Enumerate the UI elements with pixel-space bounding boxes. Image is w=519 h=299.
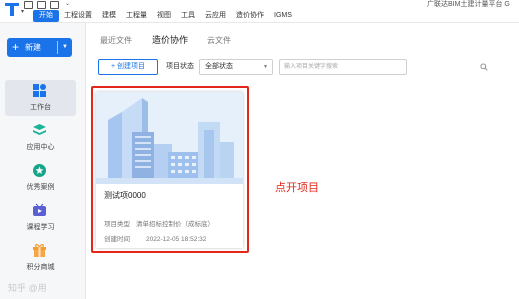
app-logo-icon [5, 3, 19, 16]
sidebar-item-label: 课程学习 [26, 224, 55, 231]
new-file-icon[interactable] [50, 1, 59, 9]
sidebar-item-label: 积分商城 [26, 264, 55, 271]
tab-recent-files[interactable]: 最近文件 [100, 35, 132, 47]
project-card[interactable]: 测试项0000 项目类型 清单招标控制价（成标底） 创建时间 2022-12-05 … [96, 92, 243, 248]
plus-icon: + [12, 40, 20, 54]
quick-access-arrow-icon[interactable]: ▾ [21, 9, 24, 15]
menu-item[interactable]: 视图 [152, 10, 176, 22]
project-thumbnail-buildings-icon [96, 92, 243, 184]
menu-item[interactable]: 建模 [97, 10, 121, 22]
save-icon[interactable] [24, 1, 33, 9]
project-created-row: 创建时间 2022-12-05 18:52:32 [104, 233, 206, 243]
sidebar-item-workbench[interactable]: 工作台 [5, 80, 76, 116]
sidebar-item-label: 工作台 [30, 104, 51, 111]
menu-item[interactable]: 工程设置 [59, 10, 97, 22]
sidebar-item-app-center[interactable]: 应用中心 [5, 120, 76, 156]
gift-icon [33, 244, 46, 257]
search-icon[interactable] [480, 63, 488, 71]
project-created-label: 创建时间 [104, 236, 130, 243]
project-status-label: 项目状态 [166, 63, 194, 70]
menu-item[interactable]: 开始 [33, 10, 59, 22]
project-type-row: 项目类型 清单招标控制价（成标底） [104, 218, 214, 228]
new-button-label: 新建 [25, 43, 41, 52]
tab-cost-collaboration[interactable]: 造价协作 [152, 34, 188, 46]
workbench-icon [33, 84, 46, 97]
customize-quick-access-icon[interactable]: ⌄ [65, 1, 70, 7]
sidebar: + 新建 ▼ 工作台 应用中心 优秀案例 课程学习 积分商城 [0, 23, 86, 299]
file-tabs: 最近文件 造价协作 云文件 [86, 23, 519, 57]
title-bar: ▾ ⌄ 开始 工程设置 建模 工程量 视图 工具 云应用 造价协作 IGMS 广联达BIM土建计… [0, 0, 519, 23]
menu-item[interactable]: 工程量 [121, 10, 152, 22]
featured-cases-icon [33, 164, 46, 177]
open-file-icon[interactable] [37, 1, 46, 9]
tab-cloud-files[interactable]: 云文件 [207, 35, 231, 47]
menu-item[interactable]: IGMS [269, 10, 297, 22]
menu-item[interactable]: 工具 [176, 10, 200, 22]
new-dropdown-caret-icon[interactable]: ▼ [62, 38, 68, 57]
app-title: 广联达BIM土建计量平台 G [427, 1, 510, 8]
sidebar-item-label: 优秀案例 [26, 184, 55, 191]
menu-item[interactable]: 云应用 [200, 10, 231, 22]
sidebar-item-featured-cases[interactable]: 优秀案例 [5, 160, 76, 196]
course-video-icon [33, 203, 46, 216]
project-search-input[interactable] [279, 59, 407, 75]
project-name: 测试项0000 [104, 191, 146, 200]
project-toolbar: + 创建项目 项目状态 全部状态 ▼ [86, 57, 519, 79]
new-button[interactable]: + 新建 ▼ [7, 38, 72, 57]
menu-item[interactable]: 造价协作 [231, 10, 269, 22]
annotation-text: 点开项目 [275, 182, 319, 194]
app-center-icon [33, 124, 46, 135]
chevron-down-icon: ▼ [263, 64, 268, 70]
sidebar-item-label: 应用中心 [26, 144, 55, 151]
project-status-select[interactable]: 全部状态 ▼ [199, 59, 273, 75]
project-status-value: 全部状态 [205, 63, 233, 70]
new-button-divider [57, 41, 58, 54]
project-type-label: 项目类型 [104, 221, 130, 228]
project-type-value: 清单招标控制价（成标底） [136, 221, 214, 228]
ribbon-menu: 开始 工程设置 建模 工程量 视图 工具 云应用 造价协作 IGMS [33, 10, 297, 22]
sidebar-item-course[interactable]: 课程学习 [5, 200, 76, 236]
project-created-value: 2022-12-05 18:52:32 [146, 236, 207, 243]
create-project-button[interactable]: + 创建项目 [98, 59, 158, 75]
watermark: 知乎 @用 [8, 283, 47, 293]
sidebar-item-points-mall[interactable]: 积分商城 [5, 240, 76, 276]
